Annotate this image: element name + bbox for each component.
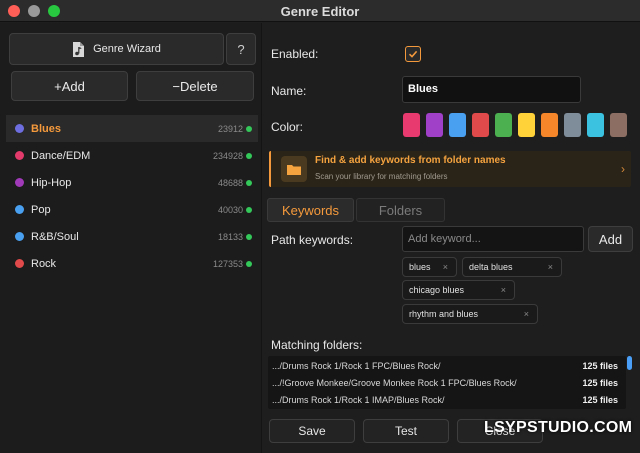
genre-color-dot <box>15 259 24 268</box>
genre-color-dot <box>15 124 24 133</box>
status-dot <box>246 260 252 267</box>
color-swatch[interactable] <box>449 113 466 137</box>
remove-tag-icon[interactable]: × <box>443 262 448 272</box>
watermark-text: LSYPSTUDIO.COM <box>484 419 633 436</box>
matching-folders-label: Matching folders: <box>271 338 363 352</box>
keyword-tag: delta blues × <box>462 257 562 277</box>
banner-subtitle: Scan your library for matching folders <box>315 172 448 181</box>
test-button[interactable]: Test <box>363 419 449 443</box>
genre-color-dot <box>15 232 24 241</box>
genre-name: Hip-Hop <box>31 176 72 189</box>
color-swatch[interactable] <box>426 113 443 137</box>
color-swatch[interactable] <box>518 113 535 137</box>
keyword-tag-label: chicago blues <box>409 285 465 295</box>
folder-path: .../Drums Rock 1/Rock 1 IMAP/Blues Rock/ <box>272 395 445 405</box>
remove-tag-icon[interactable]: × <box>548 262 553 272</box>
chevron-right-icon: › <box>621 162 625 176</box>
color-swatches <box>403 113 627 137</box>
status-dot <box>246 125 252 132</box>
color-swatch[interactable] <box>495 113 512 137</box>
music-file-icon <box>73 41 85 57</box>
genre-name: Pop <box>31 203 51 216</box>
genre-form: Enabled: Name: Blues Color: Find & add k… <box>263 23 640 453</box>
help-button[interactable]: ? <box>226 33 256 65</box>
folder-icon <box>287 164 301 175</box>
genre-wizard-button[interactable]: Genre Wizard <box>9 33 224 65</box>
genre-list: Blues 23912 Dance/EDM 234928 Hip-Hop 48688 Pop… <box>6 115 258 277</box>
genre-wizard-label: Genre Wizard <box>93 43 161 55</box>
add-keyword-button[interactable]: Add <box>588 226 633 252</box>
keyword-tag-label: rhythm and blues <box>409 309 479 319</box>
title-bar: Genre Editor <box>0 0 640 22</box>
name-input[interactable]: Blues <box>402 76 581 103</box>
color-swatch[interactable] <box>564 113 581 137</box>
folder-icon-box <box>281 156 307 182</box>
file-count: 125 files <box>582 395 618 405</box>
remove-tag-icon[interactable]: × <box>501 285 506 295</box>
enabled-checkbox[interactable] <box>405 46 421 62</box>
list-item[interactable]: .../Drums Rock 1/Rock 1 IMAP/Blues Rock/… <box>272 393 618 408</box>
find-keywords-banner[interactable]: Find & add keywords from folder names Sc… <box>269 151 631 187</box>
genre-list-item[interactable]: Rock 127353 <box>6 250 258 277</box>
checkmark-icon <box>408 50 418 58</box>
path-keywords-label: Path keywords: <box>271 233 354 247</box>
genre-list-item[interactable]: Hip-Hop 48688 <box>6 169 258 196</box>
banner-title: Find & add keywords from folder names <box>315 155 506 166</box>
tab-folders[interactable]: Folders <box>356 198 445 222</box>
genre-list-item[interactable]: Dance/EDM 234928 <box>6 142 258 169</box>
genre-list-item[interactable]: Blues 23912 <box>6 115 258 142</box>
genre-file-count: 23912 <box>217 123 243 134</box>
status-dot <box>246 206 252 213</box>
genre-file-count: 127353 <box>212 258 243 269</box>
genre-list-item[interactable]: Pop 40030 <box>6 196 258 223</box>
genre-name: Dance/EDM <box>31 149 91 162</box>
genre-file-count: 234928 <box>212 150 243 161</box>
genre-color-dot <box>15 205 24 214</box>
window-title: Genre Editor <box>280 4 360 19</box>
status-dot <box>246 179 252 186</box>
keyword-tag-label: blues <box>409 262 431 272</box>
matching-folders-list[interactable]: .../Drums Rock 1/Rock 1 FPC/Blues Rock/ … <box>268 356 626 409</box>
scrollbar[interactable] <box>627 356 632 409</box>
color-swatch[interactable] <box>587 113 604 137</box>
genre-file-count: 40030 <box>217 204 243 215</box>
folder-path: .../!Groove Monkee/Groove Monkee Rock 1 … <box>272 378 517 388</box>
folder-path: .../Drums Rock 1/Rock 1 FPC/Blues Rock/ <box>272 361 441 371</box>
list-item[interactable]: .../!Groove Monkee/Groove Monkee Rock 1 … <box>272 376 618 391</box>
genre-list-item[interactable]: R&B/Soul 18133 <box>6 223 258 250</box>
color-swatch[interactable] <box>610 113 627 137</box>
keyword-tag: chicago blues × <box>402 280 515 300</box>
tab-keywords[interactable]: Keywords <box>267 198 354 222</box>
add-genre-button[interactable]: +Add <box>11 71 128 101</box>
genre-name: Rock <box>31 257 57 270</box>
enabled-label: Enabled: <box>271 47 319 61</box>
status-dot <box>246 152 252 159</box>
save-button[interactable]: Save <box>269 419 355 443</box>
file-count: 125 files <box>582 378 618 388</box>
genre-name: R&B/Soul <box>31 230 79 243</box>
color-swatch[interactable] <box>472 113 489 137</box>
keyword-tag: blues × <box>402 257 457 277</box>
genre-color-dot <box>15 151 24 160</box>
genre-sidebar: Genre Wizard ? +Add −Delete Blues 23912 Da… <box>0 23 262 453</box>
color-swatch[interactable] <box>403 113 420 137</box>
genre-file-count: 18133 <box>217 231 243 242</box>
genre-color-dot <box>15 178 24 187</box>
scrollbar-thumb[interactable] <box>627 356 632 370</box>
keyword-tag-label: delta blues <box>469 262 513 272</box>
genre-name: Blues <box>31 122 61 135</box>
delete-genre-button[interactable]: −Delete <box>136 71 254 101</box>
color-swatch[interactable] <box>541 113 558 137</box>
keyword-tag: rhythm and blues × <box>402 304 538 324</box>
remove-tag-icon[interactable]: × <box>524 309 529 319</box>
file-count: 125 files <box>582 361 618 371</box>
name-label: Name: <box>271 84 307 98</box>
list-item[interactable]: .../Drums Rock 1/Rock 1 FPC/Blues Rock/ … <box>272 359 618 374</box>
status-dot <box>246 233 252 240</box>
color-label: Color: <box>271 120 304 134</box>
keyword-input[interactable]: Add keyword... <box>402 226 584 252</box>
genre-file-count: 48688 <box>217 177 243 188</box>
